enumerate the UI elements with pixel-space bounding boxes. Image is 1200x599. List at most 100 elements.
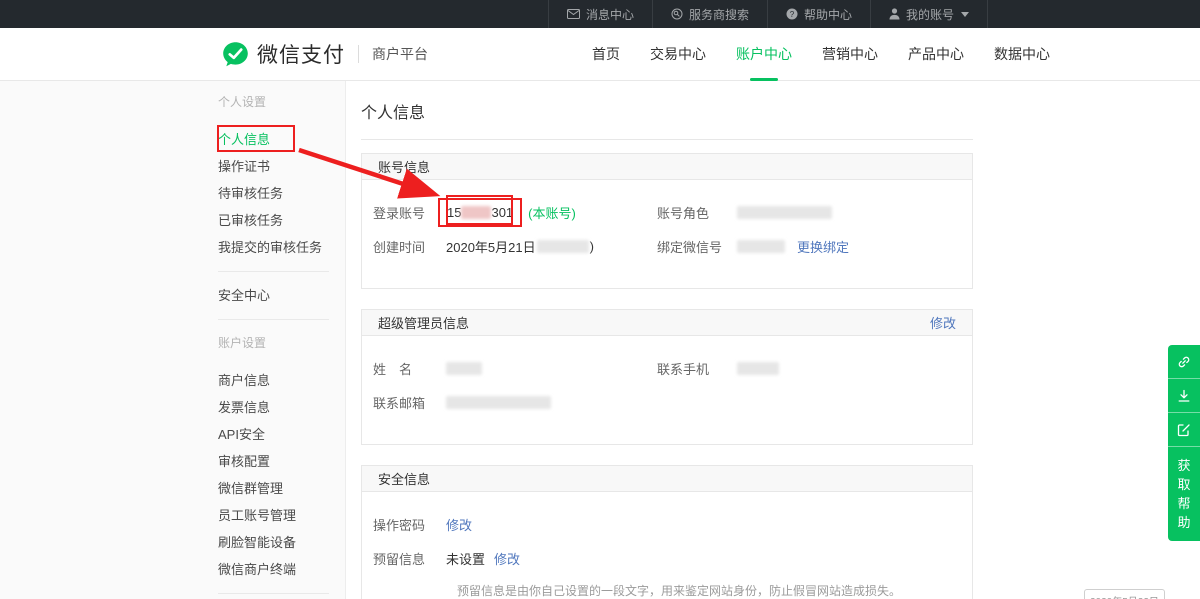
search-icon xyxy=(671,8,683,20)
sidebar-item-my-submitted-review[interactable]: 我提交的审核任务 xyxy=(218,234,345,261)
sidebar-item-security-center[interactable]: 安全中心 xyxy=(218,282,345,309)
field-label: 姓 名 xyxy=(362,359,446,378)
created-time-value: 2020年5月21日 ) xyxy=(446,237,594,256)
field-label: 绑定微信号 xyxy=(657,237,737,256)
topbar-item-label: 服务商搜索 xyxy=(689,6,749,23)
share-link-button[interactable] xyxy=(1168,345,1200,379)
admin-edit-link[interactable]: 修改 xyxy=(930,313,956,332)
get-help-button[interactable]: 获取帮助 xyxy=(1168,447,1200,541)
sidebar-item-operation-cert[interactable]: 操作证书 xyxy=(218,153,345,180)
field-created-time: 创建时间 2020年5月21日 ) xyxy=(362,237,657,256)
topbar: 消息中心 服务商搜索 ? 帮助中心 我的账号 xyxy=(0,0,1200,28)
field-reserved-info: 预留信息 未设置 修改 xyxy=(362,549,657,568)
field-label: 联系手机 xyxy=(657,359,737,378)
sidebar-item-staff-account-mgmt[interactable]: 员工账号管理 xyxy=(218,502,345,529)
current-account-tag: (本账号) xyxy=(528,203,576,222)
field-admin-phone: 联系手机 xyxy=(657,359,779,378)
wechat-pay-logo-icon xyxy=(222,41,249,68)
nav-item-product-center[interactable]: 产品中心 xyxy=(908,40,964,68)
nav-item-marketing-center[interactable]: 营销中心 xyxy=(822,40,878,68)
topbar-item-label: 我的账号 xyxy=(906,6,954,23)
topbar-item-service-search[interactable]: 服务商搜索 xyxy=(652,0,767,28)
reserved-edit-link[interactable]: 修改 xyxy=(494,549,520,568)
sidebar-item-personal-info[interactable]: 个人信息 xyxy=(218,126,345,153)
redacted-wechat-id xyxy=(737,240,785,253)
sidebar-divider xyxy=(218,319,329,320)
sidebar-divider xyxy=(218,271,329,272)
section-admin-info-body: 姓 名 联系手机 联系邮箱 xyxy=(362,336,972,444)
get-help-label: 获取帮助 xyxy=(1177,456,1191,532)
sidebar-item-review-config[interactable]: 审核配置 xyxy=(218,448,345,475)
login-prefix: 15 xyxy=(447,205,461,220)
sidebar-item-merchant-terminal[interactable]: 微信商户终端 xyxy=(218,556,345,583)
header: 微信支付 商户平台 首页 交易中心 账户中心 营销中心 产品中心 数据中心 xyxy=(0,28,1200,81)
sidebar-item-reviewed[interactable]: 已审核任务 xyxy=(218,207,345,234)
field-row: 创建时间 2020年5月21日 ) 绑定微信号 更换绑定 xyxy=(362,236,972,256)
field-row: 预留信息 未设置 修改 xyxy=(362,548,972,568)
created-close-paren: ) xyxy=(590,239,594,254)
topbar-group: 消息中心 服务商搜索 ? 帮助中心 我的账号 xyxy=(548,0,988,28)
topbar-item-label: 消息中心 xyxy=(586,6,634,23)
field-account-role: 账号角色 xyxy=(657,203,832,222)
reserved-info-value: 未设置 xyxy=(446,549,485,568)
section-account-info-body: 登录账号 15 301 (本账号) 账号角色 xyxy=(362,180,972,288)
sidebar-item-face-device[interactable]: 刷脸智能设备 xyxy=(218,529,345,556)
sidebar-divider xyxy=(218,593,329,594)
page-body: 个人设置 个人信息 操作证书 待审核任务 已审核任务 我提交的审核任务 安全中心… xyxy=(0,81,1200,599)
created-date: 2020年5月21日 xyxy=(446,237,536,256)
redacted-account-role xyxy=(737,206,832,219)
section-account-info: 账号信息 登录账号 15 301 (本账号) xyxy=(361,153,973,289)
field-label: 联系邮箱 xyxy=(362,393,446,412)
nav-item-home[interactable]: 首页 xyxy=(592,40,620,68)
date-badge: 2020年5月22日 xyxy=(1084,589,1165,599)
nav-item-data-center[interactable]: 数据中心 xyxy=(994,40,1050,68)
password-edit-link[interactable]: 修改 xyxy=(446,515,472,534)
download-button[interactable] xyxy=(1168,379,1200,413)
section-security-info: 安全信息 操作密码 修改 预留信息 未设置 修改 xyxy=(361,465,973,599)
sidebar-group-header-personal: 个人设置 xyxy=(218,89,345,116)
topbar-item-my-account[interactable]: 我的账号 xyxy=(870,0,988,28)
redacted-created-time xyxy=(537,240,589,253)
feedback-button[interactable] xyxy=(1168,413,1200,447)
topbar-item-help-center[interactable]: ? 帮助中心 xyxy=(767,0,870,28)
brand[interactable]: 微信支付 xyxy=(222,39,345,69)
sidebar-item-invoice-info[interactable]: 发票信息 xyxy=(218,394,345,421)
page-title: 个人信息 xyxy=(361,99,973,140)
sidebar-item-merchant-info[interactable]: 商户信息 xyxy=(218,367,345,394)
field-login-account: 登录账号 15 301 (本账号) xyxy=(362,203,657,222)
sidebar-item-wechat-group-mgmt[interactable]: 微信群管理 xyxy=(218,475,345,502)
field-label: 账号角色 xyxy=(657,203,737,222)
sidebar-item-api-security[interactable]: API安全 xyxy=(218,421,345,448)
login-account-value: 15 301 xyxy=(438,198,522,227)
chevron-down-icon xyxy=(961,12,969,17)
nav-item-trade-center[interactable]: 交易中心 xyxy=(650,40,706,68)
topbar-item-message-center[interactable]: 消息中心 xyxy=(548,0,652,28)
main-nav: 首页 交易中心 账户中心 营销中心 产品中心 数据中心 xyxy=(562,40,1050,68)
section-security-info-body: 操作密码 修改 预留信息 未设置 修改 预留信息是由你自己设置的一段文字，用来鉴… xyxy=(362,492,972,599)
wechat-pay-merchant-page: 消息中心 服务商搜索 ? 帮助中心 我的账号 xyxy=(0,0,1200,599)
field-label: 操作密码 xyxy=(362,515,446,534)
section-title: 安全信息 xyxy=(378,469,430,488)
download-icon xyxy=(1177,389,1191,403)
help-icon: ? xyxy=(786,8,798,20)
edit-icon xyxy=(1177,423,1191,437)
field-admin-name: 姓 名 xyxy=(362,359,657,378)
link-icon xyxy=(1177,355,1191,369)
field-label: 登录账号 xyxy=(362,203,446,222)
nav-item-account-center[interactable]: 账户中心 xyxy=(736,40,792,68)
note-line: 预留信息是由你自己设置的一段文字，用来鉴定网站身份，防止假冒网站造成损失。 xyxy=(457,582,952,599)
topbar-item-label: 帮助中心 xyxy=(804,6,852,23)
envelope-icon xyxy=(567,9,580,19)
field-admin-email: 联系邮箱 xyxy=(362,393,657,412)
redacted-admin-email xyxy=(446,396,551,409)
sidebar-item-pending-review[interactable]: 待审核任务 xyxy=(218,180,345,207)
field-label: 预留信息 xyxy=(362,549,446,568)
brand-divider xyxy=(358,45,359,63)
section-account-info-header: 账号信息 xyxy=(362,154,972,180)
brand-name: 微信支付 xyxy=(257,39,345,69)
redacted-login-digits xyxy=(461,206,491,219)
rebind-link[interactable]: 更换绑定 xyxy=(797,237,849,256)
svg-text:?: ? xyxy=(790,10,795,19)
sidebar-group-header-account: 账户设置 xyxy=(218,330,345,357)
portal-name: 商户平台 xyxy=(372,44,428,64)
